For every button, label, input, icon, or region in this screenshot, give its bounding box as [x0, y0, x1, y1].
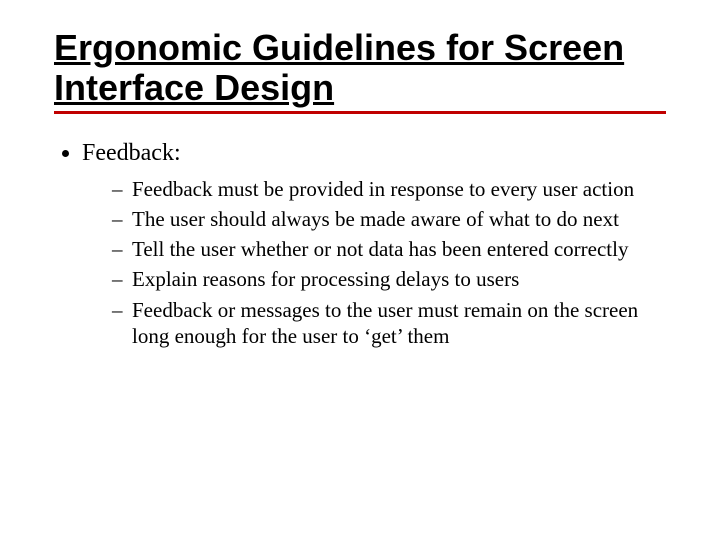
list-item-text: Feedback must be provided in response to… — [132, 177, 634, 201]
slide-body: Feedback: Feedback must be provided in r… — [54, 138, 666, 350]
list-item-text: The user should always be made aware of … — [132, 207, 619, 231]
list-item: Tell the user whether or not data has be… — [112, 236, 666, 262]
bullet-list-level1: Feedback: Feedback must be provided in r… — [54, 138, 666, 350]
list-item-text: Tell the user whether or not data has be… — [132, 237, 628, 261]
list-item-text: Explain reasons for processing delays to… — [132, 267, 519, 291]
list-item: The user should always be made aware of … — [112, 206, 666, 232]
bullet-list-level2: Feedback must be provided in response to… — [82, 176, 666, 350]
list-item-text: Feedback or messages to the user must re… — [132, 298, 638, 348]
list-item: Feedback or messages to the user must re… — [112, 297, 666, 350]
slide-title: Ergonomic Guidelines for Screen Interfac… — [54, 28, 666, 109]
title-underline-rule: Ergonomic Guidelines for Screen Interfac… — [54, 28, 666, 114]
section-heading: Feedback: — [82, 140, 181, 166]
list-item: Explain reasons for processing delays to… — [112, 266, 666, 292]
list-item: Feedback must be provided in response to… — [112, 176, 666, 202]
section-item: Feedback: Feedback must be provided in r… — [82, 138, 666, 350]
slide: Ergonomic Guidelines for Screen Interfac… — [0, 0, 720, 540]
